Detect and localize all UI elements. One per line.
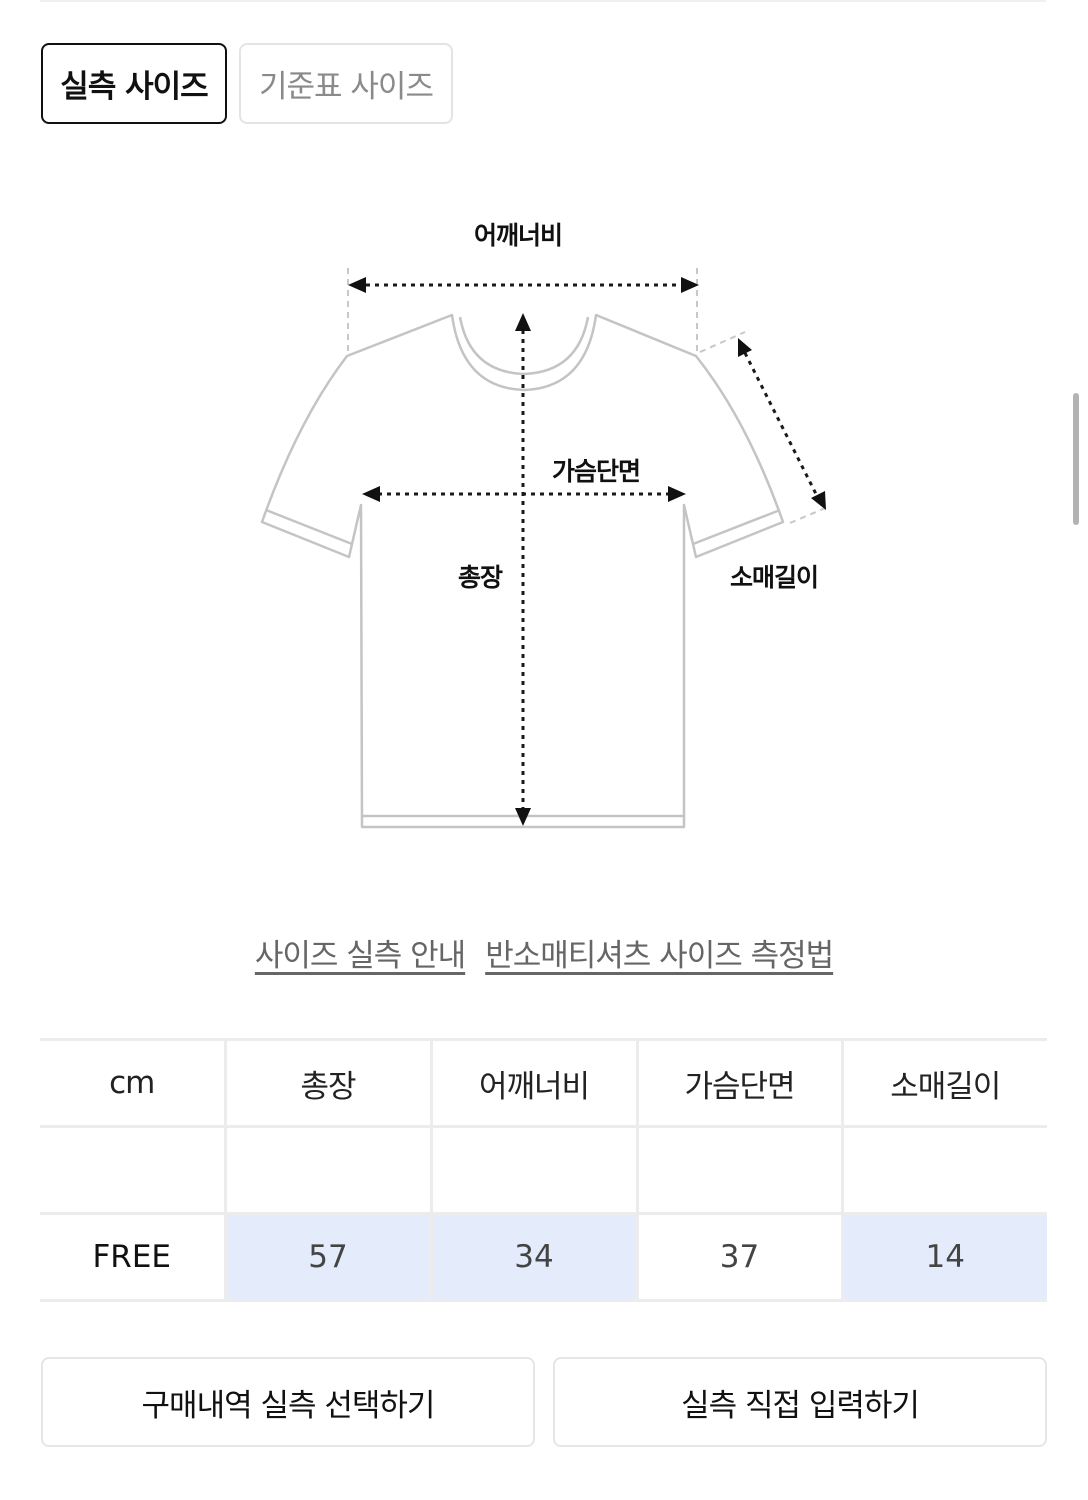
sleeve-length-label: 소매길이 [730, 563, 819, 592]
unit-header: cm [40, 1038, 227, 1128]
header-shoulder-width: 어깨너비 [429, 1038, 639, 1128]
value-chest-width: 37 [635, 1212, 844, 1302]
tshirt-outline-illustration [260, 268, 831, 829]
header-sleeve-length: 소매길이 [840, 1038, 1047, 1128]
action-buttons: 구매내역 실측 선택하기 실측 직접 입력하기 [41, 1357, 1047, 1447]
table-row-empty [40, 1125, 1047, 1215]
size-table: cm 총장 어깨너비 가슴단면 소매길이 FREE 57 34 37 14 [40, 1038, 1047, 1302]
tshirt-measurement-diagram: 어깨너비 가슴단면 총장 소매길이 [0, 190, 1088, 850]
value-sleeve-length: 14 [840, 1212, 1047, 1302]
shoulder-width-label: 어깨너비 [474, 221, 563, 250]
scrollbar[interactable] [1073, 393, 1079, 525]
empty-cell [40, 1125, 227, 1215]
table-header-row: cm 총장 어깨너비 가슴단면 소매길이 [40, 1038, 1047, 1128]
tab-standard-size[interactable]: 기준표 사이즈 [239, 43, 453, 124]
value-total-length: 57 [223, 1212, 433, 1302]
manual-input-button[interactable]: 실측 직접 입력하기 [553, 1357, 1047, 1447]
total-length-label: 총장 [458, 563, 503, 592]
top-divider [40, 0, 1046, 2]
table-row-free[interactable]: FREE 57 34 37 14 [40, 1212, 1047, 1302]
empty-cell [223, 1125, 433, 1215]
measurement-method-link[interactable]: 반소매티셔츠 사이즈 측정법 [485, 930, 834, 975]
size-guide-link[interactable]: 사이즈 실측 안내 [255, 930, 466, 975]
select-from-purchases-button[interactable]: 구매내역 실측 선택하기 [41, 1357, 535, 1447]
empty-cell [635, 1125, 844, 1215]
empty-cell [429, 1125, 639, 1215]
header-total-length: 총장 [223, 1038, 433, 1128]
empty-cell [840, 1125, 1047, 1215]
value-shoulder-width: 34 [429, 1212, 639, 1302]
size-tabs: 실측 사이즈 기준표 사이즈 [41, 43, 453, 124]
chest-width-label: 가슴단면 [552, 457, 641, 486]
tab-measured-size[interactable]: 실측 사이즈 [41, 43, 227, 124]
size-label-free: FREE [40, 1212, 227, 1302]
guide-links: 사이즈 실측 안내 반소매티셔츠 사이즈 측정법 [0, 930, 1088, 975]
header-chest-width: 가슴단면 [635, 1038, 844, 1128]
